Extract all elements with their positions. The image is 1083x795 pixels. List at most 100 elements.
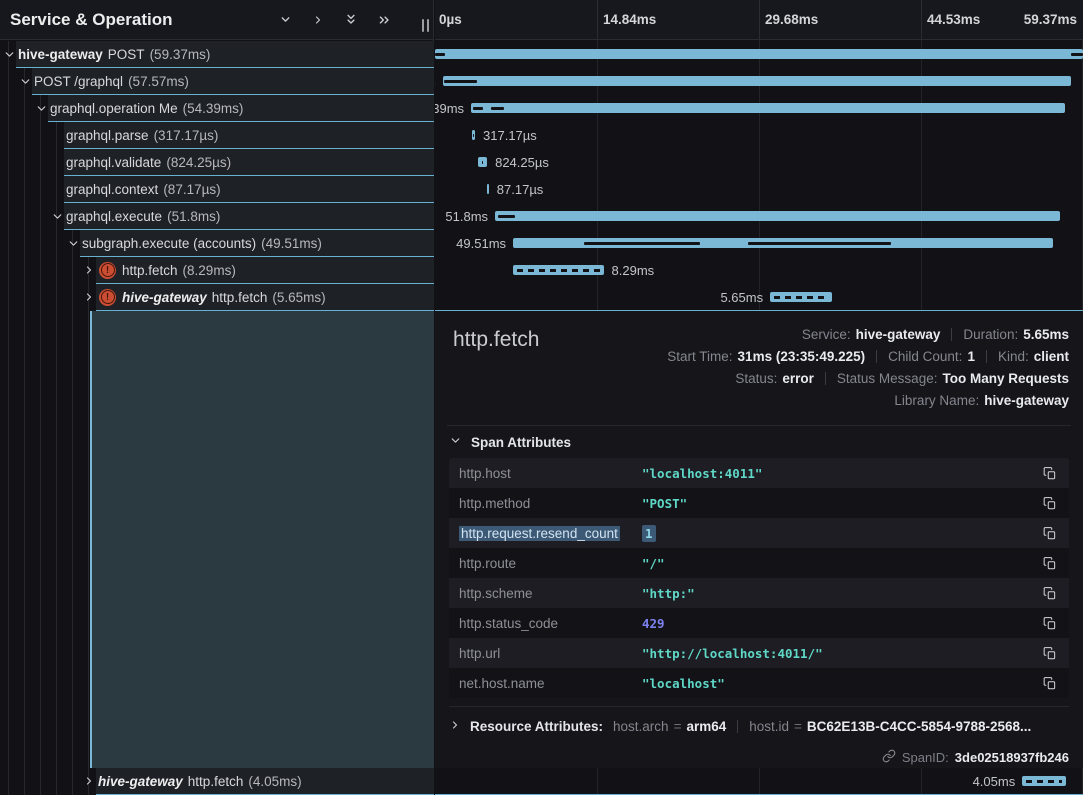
span-row[interactable]: POST /graphql(57.57ms) bbox=[32, 68, 434, 95]
meta-value: 31ms (23:35:49.225) bbox=[738, 349, 866, 364]
copy-icon[interactable] bbox=[1041, 644, 1059, 662]
operation-name: graphql.validate bbox=[66, 155, 161, 170]
copy-icon[interactable] bbox=[1041, 494, 1059, 512]
meta-label: Library Name: bbox=[894, 393, 979, 408]
resource-value: BC62E13B-C4CC-5854-9788-2568... bbox=[807, 719, 1031, 734]
chevron-right-icon[interactable] bbox=[82, 257, 96, 284]
span-duration-bar[interactable] bbox=[471, 103, 1065, 113]
ruler-tick: 59.37ms bbox=[1024, 0, 1077, 40]
span-duration-label: (824.25µs) bbox=[166, 155, 231, 170]
span-row[interactable]: hive-gatewayPOST(59.37ms) bbox=[16, 41, 434, 68]
span-attributes-title: Span Attributes bbox=[471, 435, 571, 450]
span-row[interactable]: !hive-gatewayhttp.fetch(5.65ms) bbox=[96, 284, 434, 311]
span-row[interactable]: graphql.execute(51.8ms) bbox=[64, 203, 434, 230]
chevron-down-icon[interactable] bbox=[18, 68, 32, 95]
span-row[interactable]: graphql.validate (824.25µs) bbox=[64, 149, 434, 176]
timeline-row: 87.17µs bbox=[435, 176, 1083, 203]
chevron-down-icon[interactable] bbox=[34, 95, 48, 122]
span-row-label: POST /graphql(57.57ms) bbox=[34, 74, 189, 89]
resource-key: host.arch bbox=[613, 719, 669, 734]
span-duration-label: (5.65ms) bbox=[272, 290, 325, 305]
span-row-label: graphql.parse(317.17µs) bbox=[66, 128, 218, 143]
copy-icon[interactable] bbox=[1041, 584, 1059, 602]
resource-attributes-row[interactable]: Resource Attributes: host.arch=arm64host… bbox=[449, 706, 1069, 741]
timeline-row: 51.8ms bbox=[435, 203, 1083, 230]
resource-key: host.id bbox=[749, 719, 789, 734]
span-row[interactable]: graphql.context(87.17µs) bbox=[64, 176, 434, 203]
meta-label: Service: bbox=[802, 327, 851, 342]
chevron-right-icon[interactable] bbox=[309, 11, 327, 29]
meta-line: Service:hive-gatewayDuration:5.65ms bbox=[802, 323, 1069, 345]
service-name: hive-gateway bbox=[18, 47, 103, 62]
bar-duration-label: 57.57ms bbox=[435, 68, 436, 95]
copy-icon[interactable] bbox=[1041, 524, 1059, 542]
resource-value: arm64 bbox=[686, 719, 726, 734]
span-attributes-header[interactable]: Span Attributes bbox=[449, 426, 1069, 458]
error-status-icon: ! bbox=[99, 262, 116, 279]
tree-header: Service & Operation bbox=[0, 0, 433, 40]
span-duration-bar[interactable] bbox=[770, 292, 832, 302]
copy-icon[interactable] bbox=[1041, 614, 1059, 632]
attribute-value: "POST" bbox=[642, 496, 687, 511]
span-row[interactable]: hive-gatewayhttp.fetch(4.05ms) bbox=[96, 768, 434, 795]
meta-value: hive-gateway bbox=[984, 393, 1069, 408]
meta-line: Status:errorStatus Message:Too Many Requ… bbox=[735, 367, 1069, 389]
ruler-tick: 0µs bbox=[439, 0, 462, 40]
pane-resize-handle[interactable] bbox=[422, 19, 429, 32]
timeline-row: 5.65ms bbox=[435, 284, 1083, 311]
double-chevron-down-icon[interactable] bbox=[342, 11, 360, 29]
span-duration-bar[interactable] bbox=[495, 211, 1060, 221]
span-duration-label: (4.05ms) bbox=[248, 774, 301, 789]
bar-duration-label: 5.65ms bbox=[720, 284, 763, 311]
link-icon[interactable] bbox=[882, 749, 896, 766]
meta-value: error bbox=[782, 371, 814, 386]
span-duration-bar[interactable] bbox=[513, 238, 1053, 248]
span-title: http.fetch bbox=[453, 328, 539, 352]
span-row[interactable]: subgraph.execute (accounts)(49.51ms) bbox=[80, 230, 434, 257]
attribute-row: http.method"POST" bbox=[449, 488, 1069, 518]
copy-icon[interactable] bbox=[1041, 674, 1059, 692]
attribute-value: "http:" bbox=[642, 586, 695, 601]
timeline-pane: 0µs14.84ms29.68ms44.53ms59.37ms 57.57ms5… bbox=[435, 0, 1083, 795]
span-row-label: !hive-gatewayhttp.fetch(5.65ms) bbox=[98, 289, 326, 306]
chevron-down-icon[interactable] bbox=[66, 230, 80, 257]
meta-label: Status Message: bbox=[837, 371, 938, 386]
chevron-down-icon[interactable] bbox=[276, 11, 294, 29]
equals-sign: = bbox=[794, 719, 802, 734]
span-duration-bar[interactable] bbox=[443, 76, 1071, 86]
span-row-label: hive-gatewayhttp.fetch(4.05ms) bbox=[98, 774, 302, 789]
span-duration-bar[interactable] bbox=[472, 130, 475, 140]
attribute-value: 429 bbox=[642, 616, 665, 631]
operation-name: graphql.context bbox=[66, 182, 158, 197]
span-duration-bar[interactable] bbox=[1022, 776, 1066, 786]
attribute-key: http.route bbox=[459, 556, 642, 571]
span-row[interactable]: !http.fetch(8.29ms) bbox=[96, 257, 434, 284]
timeline-row bbox=[435, 41, 1083, 68]
double-chevron-right-icon[interactable] bbox=[375, 11, 393, 29]
chevron-right-icon[interactable] bbox=[82, 284, 96, 311]
trace-viewer: 0µs14.84ms29.68ms44.53ms59.37ms 57.57ms5… bbox=[0, 0, 1083, 795]
attribute-key: http.url bbox=[459, 646, 642, 661]
chevron-down-icon[interactable] bbox=[50, 203, 64, 230]
chevron-right-icon[interactable] bbox=[82, 768, 96, 795]
attribute-row: http.url"http://localhost:4011/" bbox=[449, 638, 1069, 668]
equals-sign: = bbox=[674, 719, 682, 734]
copy-icon[interactable] bbox=[1041, 464, 1059, 482]
copy-icon[interactable] bbox=[1041, 554, 1059, 572]
timeline-row: 54.39ms bbox=[435, 95, 1083, 122]
span-row-label: graphql.context(87.17µs) bbox=[66, 182, 221, 197]
span-duration-bar[interactable] bbox=[478, 157, 487, 167]
chevron-down-icon[interactable] bbox=[2, 41, 16, 68]
span-duration-bar[interactable] bbox=[435, 49, 1083, 59]
span-row[interactable]: graphql.parse(317.17µs) bbox=[64, 122, 434, 149]
timeline-ruler: 0µs14.84ms29.68ms44.53ms59.37ms bbox=[435, 0, 1083, 40]
attribute-row: net.host.name"localhost" bbox=[449, 668, 1069, 698]
operation-name: http.fetch bbox=[188, 774, 244, 789]
meta-line: Library Name: hive-gateway bbox=[894, 389, 1069, 411]
span-row[interactable]: graphql.operation Me(54.39ms) bbox=[48, 95, 434, 122]
span-duration-bar[interactable] bbox=[513, 265, 603, 275]
span-row-label: !http.fetch(8.29ms) bbox=[98, 262, 236, 279]
attribute-key: http.status_code bbox=[459, 616, 642, 631]
meta-value: 1 bbox=[967, 349, 975, 364]
span-duration-bar[interactable] bbox=[487, 184, 489, 194]
